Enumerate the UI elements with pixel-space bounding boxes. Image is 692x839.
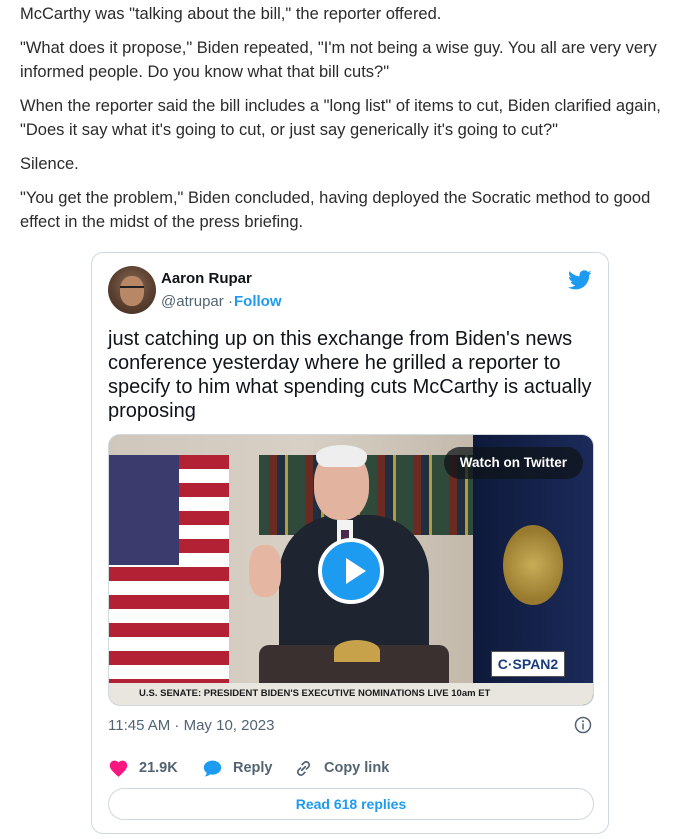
tweet-text: just catching up on this exchange from B…: [108, 328, 592, 422]
flag-image: [109, 455, 229, 705]
article-paragraph: When the reporter said the bill includes…: [20, 97, 661, 139]
info-icon[interactable]: [574, 716, 592, 734]
like-count: 21.9K: [139, 760, 178, 776]
copy-link-label: Copy link: [324, 760, 390, 776]
reply-label: Reply: [233, 760, 273, 776]
heart-icon: [109, 760, 128, 777]
play-icon[interactable]: [318, 538, 384, 604]
tweet-video[interactable]: Watch on Twitter C·SPAN2 U.S. SENATE: PR…: [108, 434, 594, 706]
reply-icon: [203, 760, 222, 776]
twitter-bird-icon[interactable]: [568, 268, 592, 292]
separator: ·: [227, 293, 233, 310]
tweet-actions: 21.9K Reply Copy link: [108, 756, 588, 780]
reply-button[interactable]: Reply: [202, 756, 273, 780]
watch-on-twitter-button[interactable]: Watch on Twitter: [443, 447, 583, 479]
author-name[interactable]: Aaron Rupar: [161, 270, 252, 287]
like-button[interactable]: 21.9K: [108, 756, 178, 780]
avatar[interactable]: [108, 266, 156, 314]
follow-button[interactable]: Follow: [234, 293, 282, 310]
tweet-timestamp[interactable]: 11:45 AM · May 10, 2023: [108, 717, 275, 734]
link-icon: [296, 760, 311, 776]
article-paragraph: "You get the problem," Biden concluded, …: [20, 189, 651, 231]
copy-link-button[interactable]: Copy link: [293, 756, 389, 780]
video-caption: U.S. SENATE: PRESIDENT BIDEN'S EXECUTIVE…: [109, 683, 593, 705]
network-logo: C·SPAN2: [491, 651, 565, 677]
handle-text[interactable]: @atrupar: [161, 293, 224, 310]
article-paragraph: Silence.: [20, 155, 79, 173]
author-handle[interactable]: @atrupar ·: [161, 293, 233, 310]
read-replies-button[interactable]: Read 618 replies: [108, 788, 594, 820]
embedded-tweet: Aaron Rupar @atrupar · Follow just catch…: [91, 252, 609, 834]
article-paragraph: McCarthy was "talking about the bill," t…: [20, 5, 442, 23]
article-paragraph: "What does it propose," Biden repeated, …: [20, 39, 657, 81]
